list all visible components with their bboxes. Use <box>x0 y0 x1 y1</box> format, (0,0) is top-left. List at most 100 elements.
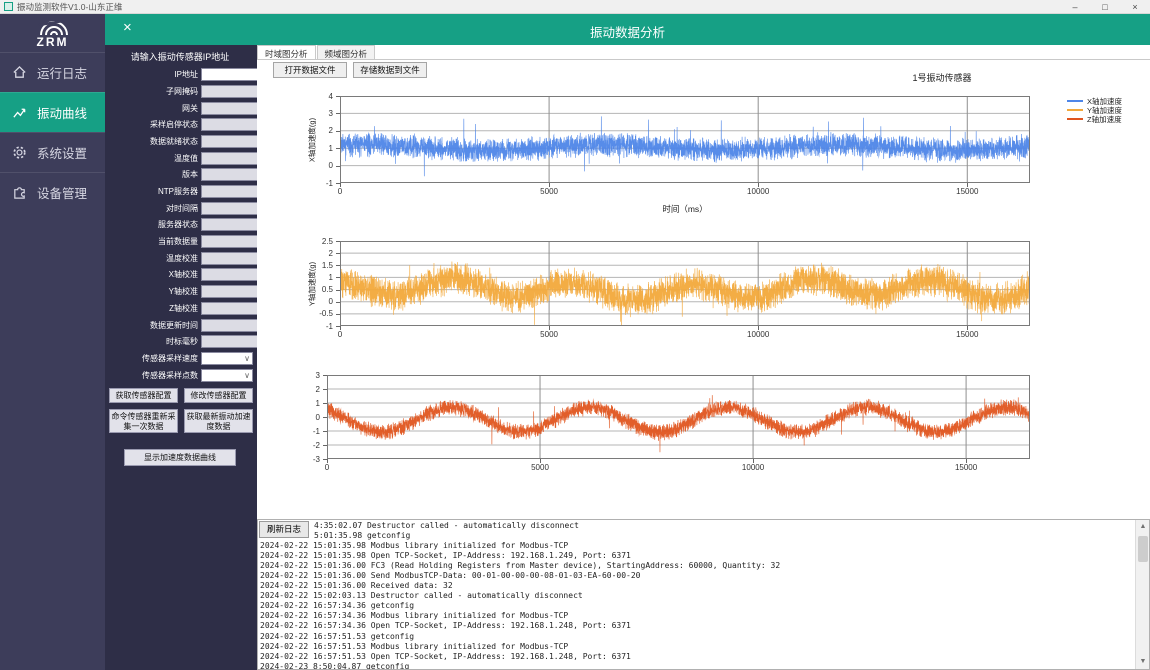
x-tick-mark <box>340 326 341 330</box>
y-axis-label: Y轴加速度(g) <box>307 261 318 305</box>
recollect-button[interactable]: 命令传感器重新采集一次数据 <box>109 409 178 433</box>
form-field-label: 版本 <box>107 169 201 180</box>
sidebar-nav: 运行日志振动曲线系统设置设备管理 <box>0 52 105 212</box>
x-tick-label: 10000 <box>741 330 775 339</box>
form-row: 对时间隔 <box>107 202 253 215</box>
scrollbar-thumb[interactable] <box>1138 536 1148 562</box>
get-config-button[interactable]: 获取传感器配置 <box>109 388 178 404</box>
x-axis-label: 时间（ms） <box>662 203 707 215</box>
form-field-label: 子网掩码 <box>107 86 201 97</box>
form-row: 子网掩码 <box>107 85 253 98</box>
form-rows: IP地址子网掩码网关采样启停状态数据就绪状态温度值版本NTP服务器对时间隔服务器… <box>107 68 253 382</box>
x-tick-label: 5000 <box>532 330 566 339</box>
zrm-logo: ZRM <box>0 14 105 52</box>
form-row: X轴校准 <box>107 268 253 281</box>
form-field-label: 温度值 <box>107 153 201 164</box>
x-tick-mark <box>758 183 759 187</box>
form-row: 数据更新时间 <box>107 318 253 331</box>
scroll-down-icon[interactable]: ▼ <box>1136 655 1150 669</box>
y-tick-mark <box>336 241 340 242</box>
log-line: 2024-02-22 16:57:51.53 getconfig <box>260 632 1134 642</box>
form-select-传感器采样速度[interactable]: ∨ <box>201 352 253 365</box>
modify-config-button[interactable]: 修改传感器配置 <box>184 388 253 404</box>
y-tick-label: 0 <box>329 297 333 306</box>
form-field-label: X轴校准 <box>107 269 201 280</box>
y-tick-mark <box>336 148 340 149</box>
log-line: 2024-02-22 15:01:36.00 Received data: 32 <box>260 581 1134 591</box>
form-field-label: 时标毫秒 <box>107 336 201 347</box>
sidebar-item-curve[interactable]: 振动曲线 <box>0 92 105 132</box>
gear-icon <box>12 145 27 160</box>
form-row: 当前数据量 <box>107 235 253 248</box>
form-field-label: 数据更新时间 <box>107 320 201 331</box>
log-line: 2024-02-22 15:02:03.13 Destructor called… <box>260 591 1134 601</box>
y-tick-mark <box>336 253 340 254</box>
y-tick-label: 3 <box>329 109 333 118</box>
y-tick-label: 2 <box>329 126 333 135</box>
x-tick-label: 0 <box>310 463 344 472</box>
form-select-传感器采样点数[interactable]: ∨ <box>201 369 253 382</box>
chart-canvas-x-axis <box>340 96 1030 183</box>
os-titlebar: 振动监测软件V1.0-山东正维 – □ × <box>0 0 1150 14</box>
show-curve-button[interactable]: 显示加速度数据曲线 <box>124 449 236 466</box>
y-tick-mark <box>323 389 327 390</box>
maximize-button[interactable]: □ <box>1090 0 1120 14</box>
x-tick-label: 0 <box>323 187 357 196</box>
x-tick-mark <box>967 326 968 330</box>
y-tick-mark <box>323 445 327 446</box>
log-line: 2024-02-22 16:57:51.53 Open TCP-Socket, … <box>260 652 1134 662</box>
sidebar-item-home[interactable]: 运行日志 <box>0 52 105 92</box>
form-row: 传感器采样速度∨ <box>107 352 253 365</box>
x-tick-mark <box>967 183 968 187</box>
window-title: 振动监测软件V1.0-山东正维 <box>17 1 122 13</box>
x-tick-label: 10000 <box>736 463 770 472</box>
form-row: Z轴校准 <box>107 302 253 315</box>
y-tick-mark <box>336 302 340 303</box>
tab-time-domain[interactable]: 时域图分析 <box>257 45 316 59</box>
form-field-label: 数据就绪状态 <box>107 136 201 147</box>
x-tick-mark <box>327 459 328 463</box>
form-row: 版本 <box>107 168 253 181</box>
sidebar-item-label: 振动曲线 <box>37 103 87 122</box>
sidebar-item-label: 设备管理 <box>37 183 87 202</box>
y-tick-label: 4 <box>329 92 333 101</box>
y-tick-label: 0.5 <box>322 285 333 294</box>
form-field-label: 网关 <box>107 103 201 114</box>
minimize-button[interactable]: – <box>1060 0 1090 14</box>
page-header: × 振动数据分析 <box>105 14 1150 45</box>
y-tick-mark <box>336 113 340 114</box>
y-tick-label: 1 <box>316 399 320 408</box>
y-tick-mark <box>336 131 340 132</box>
x-tick-label: 5000 <box>523 463 557 472</box>
device-icon <box>12 185 27 200</box>
form-row: 网关 <box>107 101 253 114</box>
log-line: 2024-02-22 16:57:34.36 Open TCP-Socket, … <box>260 621 1134 631</box>
home-icon <box>12 65 27 80</box>
sidebar-item-gear[interactable]: 系统设置 <box>0 132 105 172</box>
chevron-down-icon: ∨ <box>244 354 250 363</box>
y-tick-mark <box>323 375 327 376</box>
y-tick-label: 0 <box>329 161 333 170</box>
log-line: 5:01:35.98 getconfig <box>314 531 1134 541</box>
scroll-up-icon[interactable]: ▲ <box>1136 520 1150 534</box>
x-tick-label: 5000 <box>532 187 566 196</box>
y-tick-mark <box>323 403 327 404</box>
log-line: 2024-02-22 16:57:34.36 getconfig <box>260 601 1134 611</box>
form-row: 传感器采样点数∨ <box>107 368 253 381</box>
form-field-label: 采样启停状态 <box>107 119 201 130</box>
log-scrollbar[interactable]: ▲ ▼ <box>1135 520 1149 669</box>
sidebar-item-device[interactable]: 设备管理 <box>0 172 105 212</box>
y-tick-mark <box>323 417 327 418</box>
get-latest-button[interactable]: 获取最新振动加速度数据 <box>184 409 253 433</box>
close-window-button[interactable]: × <box>1120 0 1150 14</box>
form-field-label: 服务器状态 <box>107 219 201 230</box>
log-line: 2024-02-22 16:57:51.53 Modbus library in… <box>260 642 1134 652</box>
y-tick-mark <box>323 431 327 432</box>
form-row: 数据就绪状态 <box>107 135 253 148</box>
refresh-log-button[interactable]: 刷新日志 <box>259 521 309 538</box>
y-tick-label: 2 <box>316 385 320 394</box>
log-line: 2024-02-22 15:01:36.00 FC3 (Read Holding… <box>260 561 1134 571</box>
form-field-label: 温度校准 <box>107 253 201 264</box>
app-window: 振动监测软件V1.0-山东正维 – □ × ZRM 运行日志振动曲线系统设置设备… <box>0 0 1150 670</box>
x-tick-label: 15000 <box>950 330 984 339</box>
